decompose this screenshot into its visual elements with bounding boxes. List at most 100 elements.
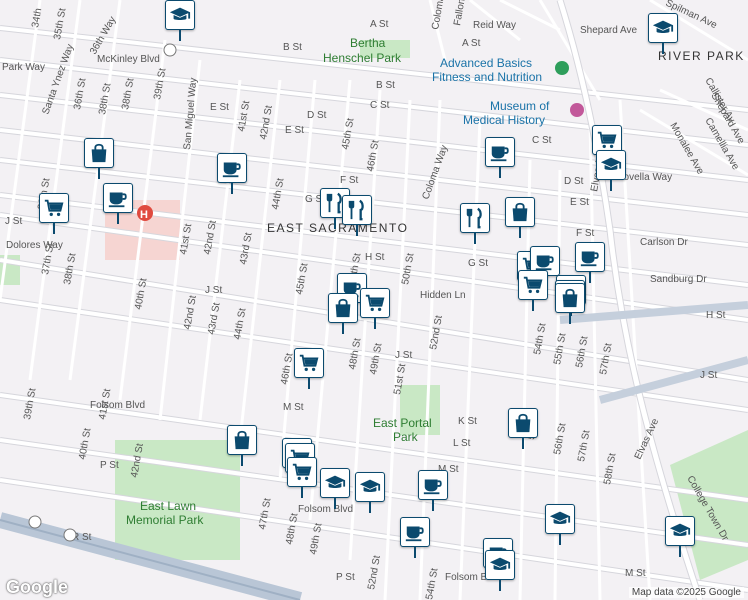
street-reid-way: Reid Way	[473, 20, 516, 31]
marker-box[interactable]	[165, 0, 195, 30]
marker-box[interactable]	[545, 504, 575, 534]
marker-box[interactable]	[287, 457, 317, 487]
street-hidden-ln: Hidden Ln	[420, 290, 466, 301]
street-a-st-2: A St	[462, 38, 481, 49]
map-marker-school[interactable]	[665, 516, 695, 560]
shopping-cart-icon	[292, 463, 312, 481]
map-marker-grocery[interactable]	[287, 457, 317, 501]
marker-box[interactable]	[342, 195, 372, 225]
poi-label-east-lawn-1: East Lawn	[140, 499, 196, 513]
map-marker-shopping[interactable]	[505, 197, 535, 241]
map-marker-restaurant[interactable]	[342, 195, 372, 239]
school-icon	[489, 557, 511, 571]
marker-box[interactable]	[84, 138, 114, 168]
map-marker-grocery[interactable]	[360, 288, 390, 332]
marker-box[interactable]	[217, 153, 247, 183]
marker-stem	[499, 579, 501, 591]
street-b-st-1: B St	[283, 42, 302, 53]
map-marker-shopping[interactable]	[84, 138, 114, 182]
marker-box[interactable]	[505, 197, 535, 227]
map-marker-cafe[interactable]	[103, 183, 133, 227]
map-marker-cafe[interactable]	[217, 153, 247, 197]
shopping-bag-icon	[515, 413, 531, 433]
marker-stem	[474, 232, 476, 244]
shopping-cart-icon	[365, 294, 385, 312]
map-marker-school[interactable]	[165, 0, 195, 44]
marker-stem	[610, 179, 612, 191]
map-marker-school[interactable]	[545, 504, 575, 548]
map-marker-grocery[interactable]	[39, 193, 69, 237]
map-marker-shopping[interactable]	[508, 408, 538, 452]
map-marker-grocery[interactable]	[518, 270, 548, 314]
marker-stem	[53, 222, 55, 234]
street-p-st-2: P St	[336, 572, 355, 583]
marker-stem	[569, 312, 571, 324]
marker-box[interactable]	[575, 242, 605, 272]
map-marker-cafe[interactable]	[418, 470, 448, 514]
marker-stem	[432, 499, 434, 511]
marker-box[interactable]	[360, 288, 390, 318]
marker-box[interactable]	[39, 193, 69, 223]
marker-box[interactable]	[418, 470, 448, 500]
poi-label-east-portal-2: Park	[393, 430, 419, 444]
marker-box[interactable]	[665, 516, 695, 546]
marker-box[interactable]	[518, 270, 548, 300]
marker-box[interactable]	[328, 293, 358, 323]
marker-box[interactable]	[294, 348, 324, 378]
street-d-st-2: D St	[564, 176, 584, 187]
poi-label-east-portal-1: East Portal	[373, 416, 432, 430]
map-marker-school[interactable]	[648, 13, 678, 57]
marker-box[interactable]	[508, 408, 538, 438]
marker-box[interactable]	[103, 183, 133, 213]
marker-box[interactable]	[355, 472, 385, 502]
coffee-icon	[535, 255, 554, 271]
museum-poi-icon[interactable]	[570, 103, 584, 117]
marker-stem	[98, 167, 100, 179]
school-icon	[669, 523, 691, 537]
street-h-st-2: H St	[706, 310, 726, 321]
street-e-st-1: E St	[210, 102, 229, 113]
street-c-st-1: C St	[370, 100, 390, 111]
marker-stem	[589, 271, 591, 283]
marker-stem	[662, 42, 664, 54]
map-marker-grocery[interactable]	[294, 348, 324, 392]
map-canvas[interactable]: EAST SACRAMENTO RIVER PARK Bertha Hensch…	[0, 0, 748, 600]
marker-box[interactable]	[320, 468, 350, 498]
marker-box[interactable]	[485, 550, 515, 580]
poi-label-bertha-1: Bertha	[350, 36, 386, 50]
marker-box[interactable]	[400, 517, 430, 547]
street-sandburg-dr: Sandburg Dr	[650, 274, 707, 285]
map-marker-restaurant[interactable]	[460, 203, 490, 247]
map-marker-shopping[interactable]	[328, 293, 358, 337]
map-marker-school[interactable]	[596, 150, 626, 194]
shopping-bag-icon	[512, 202, 528, 222]
street-mckinley-blvd: McKinley Blvd	[97, 54, 160, 65]
marker-stem	[519, 226, 521, 238]
street-m-st-1: M St	[283, 402, 304, 413]
marker-box[interactable]	[648, 13, 678, 43]
street-g-st-2: G St	[468, 258, 488, 269]
school-icon	[600, 157, 622, 171]
marker-box[interactable]	[596, 150, 626, 180]
map-marker-school[interactable]	[320, 468, 350, 512]
marker-box[interactable]	[227, 425, 257, 455]
marker-box[interactable]	[485, 137, 515, 167]
marker-stem	[414, 546, 416, 558]
map-marker-cafe[interactable]	[485, 137, 515, 181]
poi-label-east-lawn-2: Memorial Park	[126, 513, 204, 527]
street-b-st-2: B St	[376, 80, 395, 91]
map-marker-shopping[interactable]	[555, 283, 585, 327]
shopping-cart-icon	[597, 131, 617, 149]
map-marker-school[interactable]	[355, 472, 385, 516]
marker-box[interactable]	[460, 203, 490, 233]
fitness-poi-icon[interactable]	[555, 61, 569, 75]
marker-box[interactable]	[555, 283, 585, 313]
map-marker-shopping[interactable]	[227, 425, 257, 469]
map-marker-cafe[interactable]	[400, 517, 430, 561]
street-j-st-3: J St	[395, 350, 412, 361]
marker-stem	[334, 217, 336, 229]
map-attribution[interactable]: Map data ©2025 Google	[628, 587, 744, 598]
school-icon	[359, 479, 381, 493]
map-marker-school[interactable]	[485, 550, 515, 594]
coffee-icon	[405, 526, 424, 542]
